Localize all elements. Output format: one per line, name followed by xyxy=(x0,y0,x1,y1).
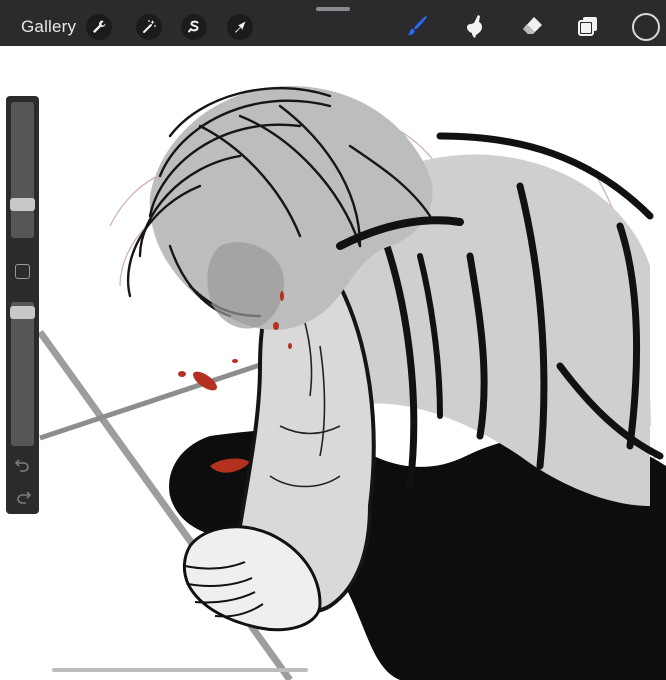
brush-size-thumb[interactable] xyxy=(10,198,35,211)
top-toolbar: Gallery xyxy=(0,0,666,46)
brush-opacity-thumb[interactable] xyxy=(10,306,35,319)
layers-button[interactable] xyxy=(573,11,603,41)
artwork-illustration xyxy=(37,86,666,680)
color-picker-button[interactable] xyxy=(632,13,660,41)
wrench-icon xyxy=(93,20,106,33)
smudge-tool[interactable] xyxy=(460,11,490,41)
layers-icon xyxy=(578,17,597,36)
selection-icon xyxy=(188,20,199,33)
brush-opacity-slider[interactable] xyxy=(10,302,35,446)
selection-button[interactable] xyxy=(181,14,207,40)
brush-icon xyxy=(407,16,427,36)
brush-size-slider[interactable] xyxy=(10,102,35,238)
transform-button[interactable] xyxy=(227,14,253,40)
smudge-icon xyxy=(467,15,482,38)
modify-button[interactable] xyxy=(15,264,30,279)
drawing-canvas[interactable] xyxy=(0,46,666,680)
eraser-tool[interactable] xyxy=(517,11,547,41)
transform-arrow-icon xyxy=(235,21,246,33)
toolbar-grabber-handle[interactable] xyxy=(316,7,350,11)
adjustments-button[interactable] xyxy=(136,14,162,40)
eraser-icon xyxy=(523,17,542,34)
left-sidebar xyxy=(6,96,39,514)
undo-icon[interactable] xyxy=(14,456,32,474)
redo-icon[interactable] xyxy=(14,488,32,506)
magic-wand-icon xyxy=(143,20,156,33)
home-indicator xyxy=(52,668,308,672)
brush-tool[interactable] xyxy=(402,11,432,41)
actions-button[interactable] xyxy=(86,14,112,40)
gallery-button[interactable]: Gallery xyxy=(21,17,76,37)
